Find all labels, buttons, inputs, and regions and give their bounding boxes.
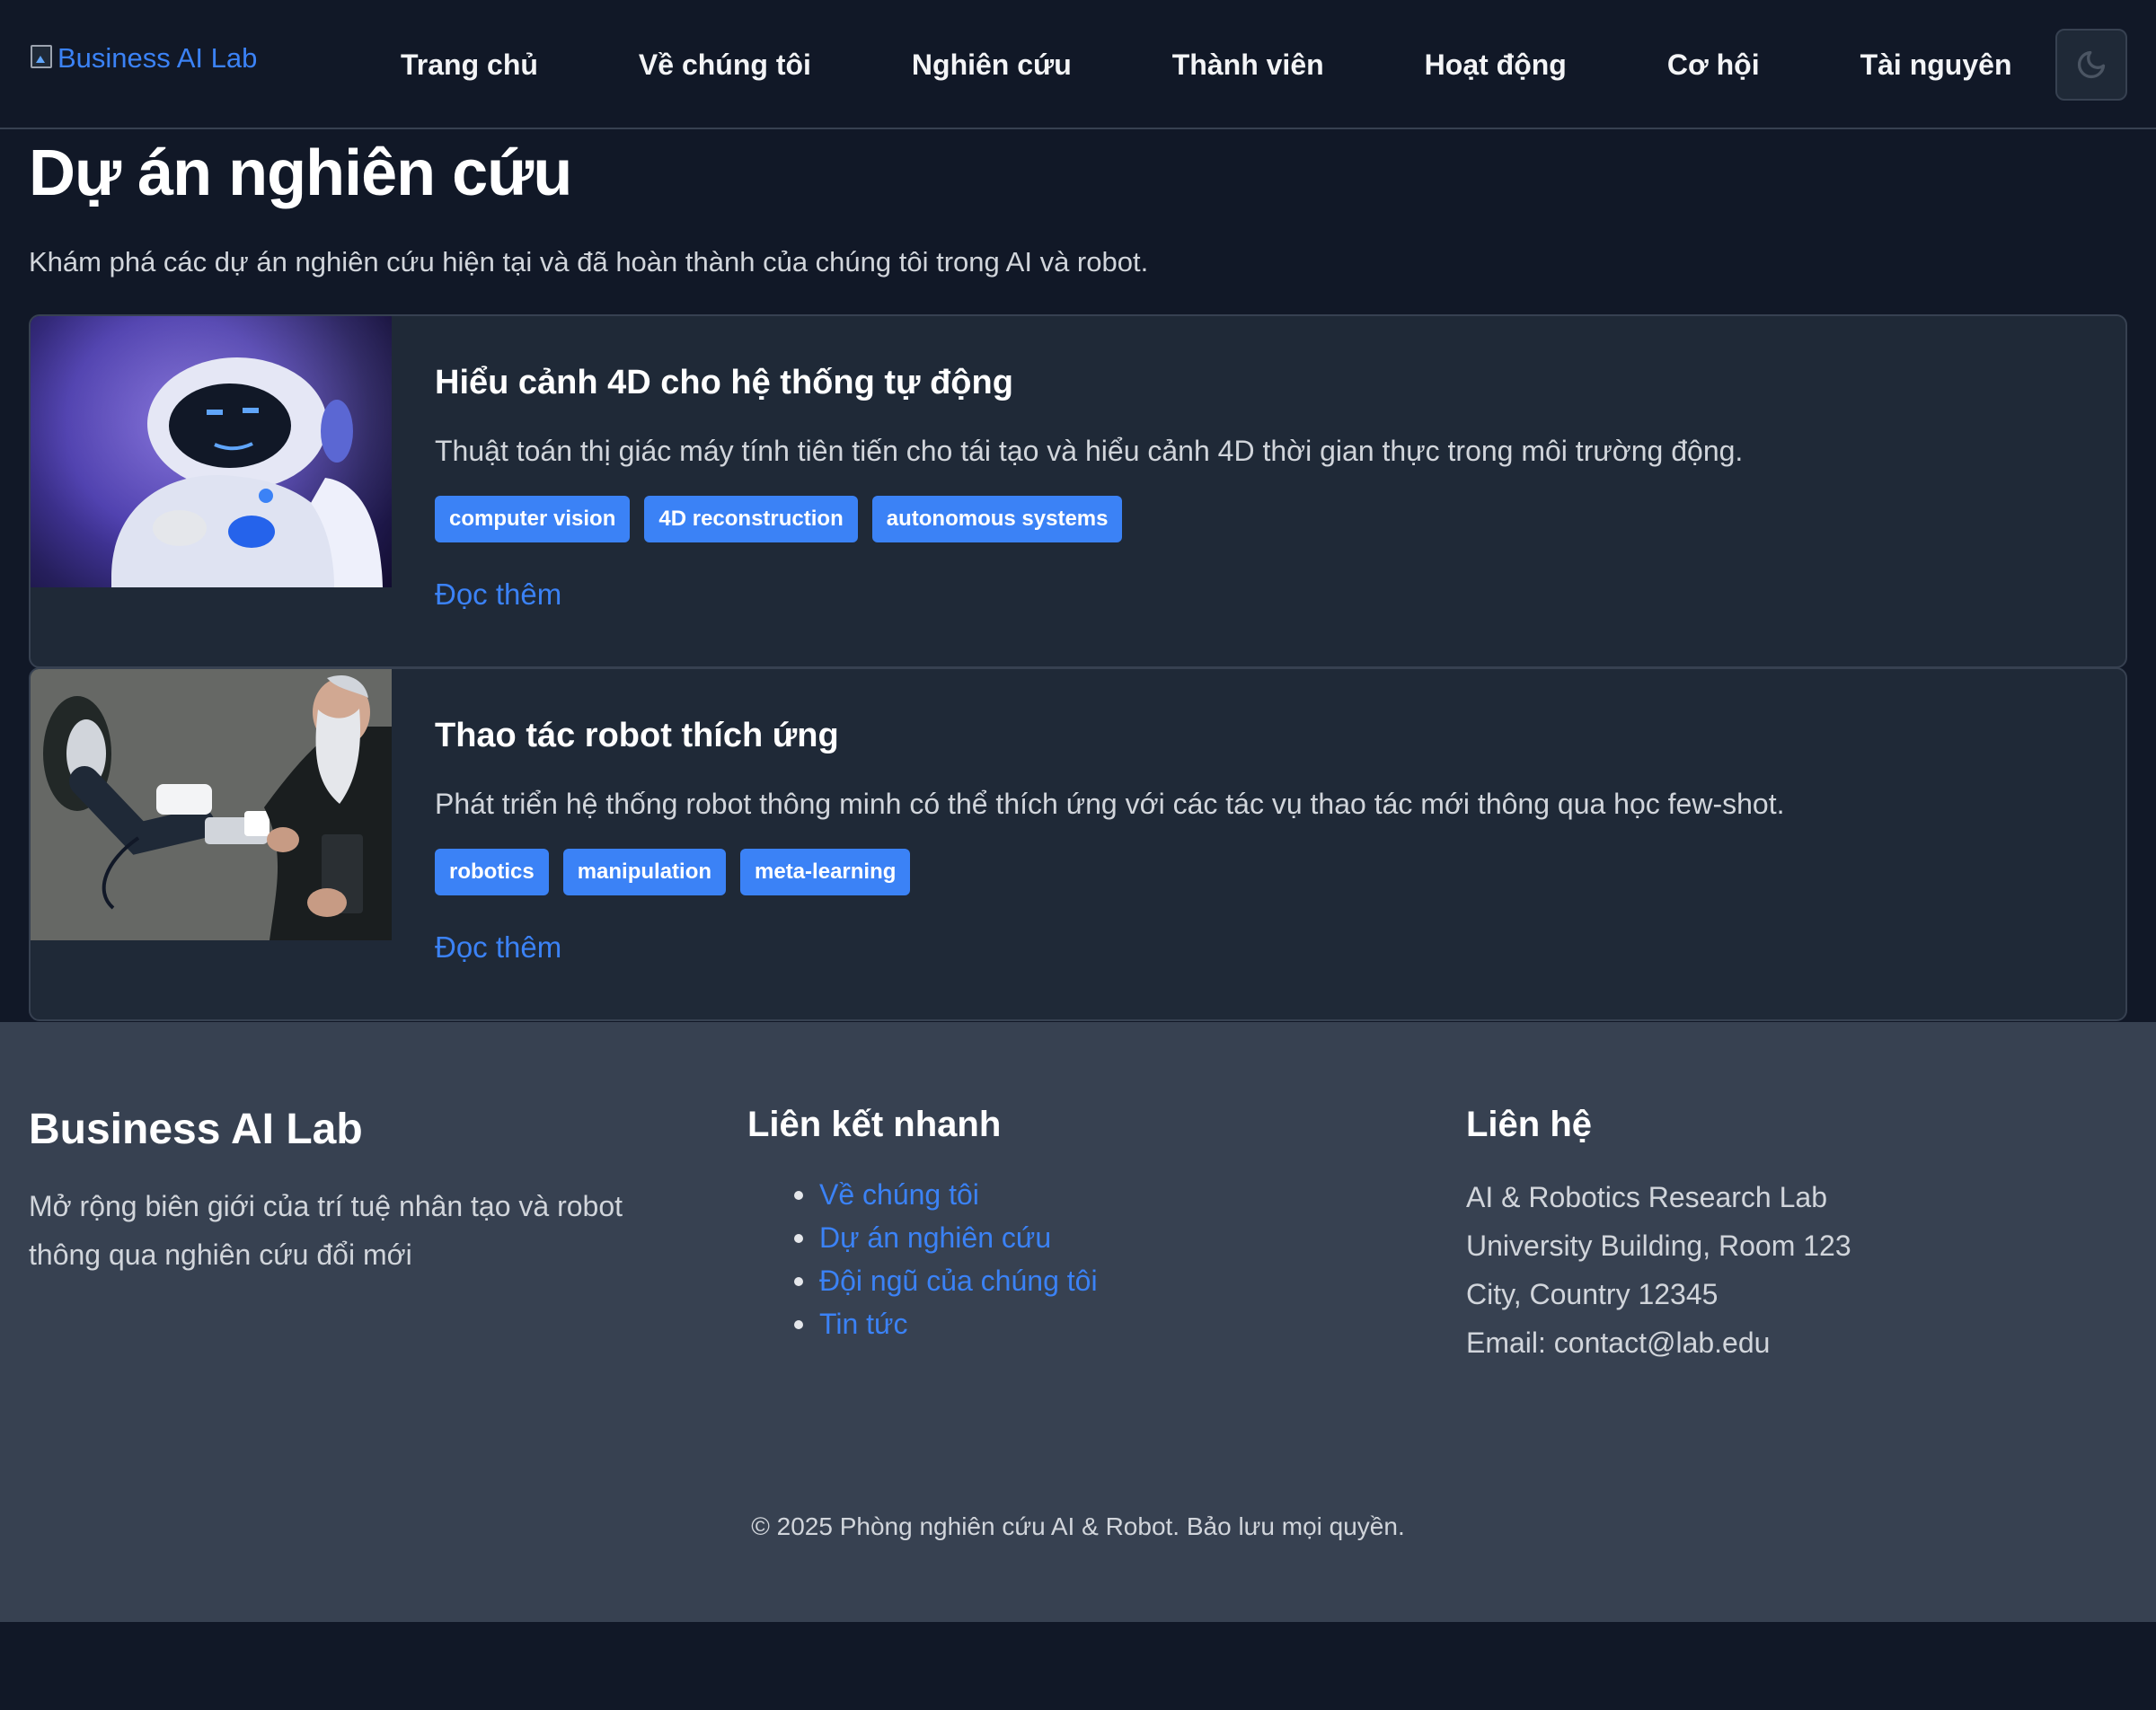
nav-link-activities[interactable]: Hoạt động [1425,43,1567,86]
tag-badge: autonomous systems [871,496,1123,542]
quick-link-about[interactable]: Về chúng tôi [747,1173,1394,1216]
contact-email: Email: contact@lab.edu [1466,1327,1771,1359]
page-title: Dự án nghiên cứu [29,137,572,209]
project-description: Phát triển hệ thống robot thông minh có … [435,788,1785,820]
theme-toggle-button[interactable] [2055,29,2127,101]
project-card-content: Hiểu cảnh 4D cho hệ thống tự động Thuật … [435,359,2090,614]
project-card: Thao tác robot thích ứng Phát triển hệ t… [29,667,2127,1021]
contact-list: AI & Robotics Research Lab University Bu… [1466,1173,2113,1367]
footer-contact: Liên hệ AI & Robotics Research Lab Unive… [1466,1105,2113,1367]
main-navigation: Trang chủ Về chúng tôi Nghiên cứu Thành … [401,43,2011,86]
nav-link-members[interactable]: Thành viên [1172,43,1324,86]
footer-quick-links: Liên kết nhanh Về chúng tôi Dự án nghiên… [747,1105,1394,1345]
brand-alt-text: Business AI Lab [57,41,258,74]
project-title: Thao tác robot thích ứng [435,717,839,754]
quick-links-heading: Liên kết nhanh [747,1105,1002,1144]
tag-badge: 4D reconstruction [644,496,858,542]
contact-lab-name: AI & Robotics Research Lab [1466,1181,1827,1213]
footer-description: Mở rộng biên giới của trí tuệ nhân tạo v… [29,1190,623,1271]
project-description: Thuật toán thị giác máy tính tiên tiến c… [435,435,1744,467]
nav-link-research[interactable]: Nghiên cứu [912,43,1072,86]
footer-brand: Business AI Lab [29,1106,363,1153]
contact-heading: Liên hệ [1466,1105,1593,1144]
brand-logo-link[interactable]: Business AI Lab [29,43,257,72]
tag-list: computer vision 4D reconstruction autono… [435,496,2090,542]
footer-about: Business AI Lab Mở rộng biên giới của tr… [29,1105,676,1279]
project-card-content: Thao tác robot thích ứng Phát triển hệ t… [435,712,2090,967]
nav-link-home[interactable]: Trang chủ [401,43,538,86]
quick-links-list: Về chúng tôi Dự án nghiên cứu Đội ngũ củ… [747,1173,1394,1345]
robot-image [31,316,392,587]
broken-image-icon [29,43,57,72]
nav-link-opportunities[interactable]: Cơ hội [1667,43,1760,86]
moon-icon [2077,50,2106,79]
read-more-link[interactable]: Đọc thêm [435,928,561,967]
robot-arm-image [31,669,392,940]
nav-link-resources[interactable]: Tài nguyên [1860,43,2012,86]
read-more-link[interactable]: Đọc thêm [435,575,561,614]
project-card: Hiểu cảnh 4D cho hệ thống tự động Thuật … [29,314,2127,668]
tag-list: robotics manipulation meta-learning [435,849,2090,895]
project-title: Hiểu cảnh 4D cho hệ thống tự động [435,364,1013,401]
robot-arm-illustration [31,669,392,940]
footer: Business AI Lab Mở rộng biên giới của tr… [0,1022,2156,1622]
tag-badge: meta-learning [740,849,911,895]
tag-badge: robotics [435,849,549,895]
quick-link-team[interactable]: Đội ngũ của chúng tôi [747,1259,1394,1302]
tag-badge: manipulation [562,849,727,895]
copyright-text: © 2025 Phòng nghiên cứu AI & Robot. Bảo … [751,1512,1405,1540]
contact-address: University Building, Room 123 [1466,1230,1851,1262]
nav-link-about[interactable]: Về chúng tôi [639,43,811,86]
quick-link-news[interactable]: Tin tức [747,1302,1394,1345]
top-navbar: Business AI Lab Trang chủ Về chúng tôi N… [0,0,2156,129]
robot-illustration [31,316,392,587]
quick-link-projects[interactable]: Dự án nghiên cứu [747,1216,1394,1259]
tag-badge: computer vision [435,496,631,542]
contact-city: City, Country 12345 [1466,1278,1719,1310]
page-subtitle: Khám phá các dự án nghiên cứu hiện tại v… [29,246,1149,278]
